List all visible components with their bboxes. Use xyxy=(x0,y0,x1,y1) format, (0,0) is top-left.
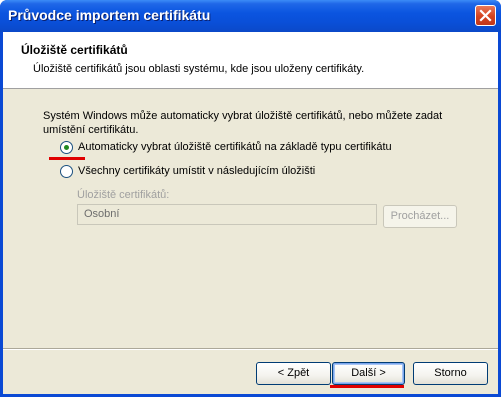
description-text: Systém Windows může automaticky vybrat ú… xyxy=(43,110,443,136)
title-bar[interactable]: Průvodce importem certifikátu xyxy=(0,0,501,32)
back-button[interactable]: < Zpět xyxy=(256,362,331,385)
wizard-window: Průvodce importem certifikátu Úložiště c… xyxy=(0,0,501,397)
radio-dot xyxy=(64,144,69,150)
page-title: Úložiště certifikátů xyxy=(21,43,128,57)
store-field: Osobní xyxy=(77,204,377,225)
radio-auto-label[interactable]: Automaticky vybrat úložiště certifikátů … xyxy=(78,141,392,153)
red-annotation-underline-next xyxy=(330,385,404,388)
close-button[interactable] xyxy=(475,5,496,26)
radio-button-unchecked[interactable] xyxy=(60,164,73,178)
window-title: Průvodce importem certifikátu xyxy=(8,7,211,23)
wizard-client-area: Úložiště certifikátů Úložiště certifikát… xyxy=(3,32,498,394)
store-label: Úložiště certifikátů: xyxy=(77,189,170,201)
next-button[interactable]: Další > xyxy=(332,362,405,385)
cancel-button[interactable]: Storno xyxy=(413,362,488,385)
radio-auto-select[interactable]: Automaticky vybrat úložiště certifikátů … xyxy=(60,139,392,155)
page-subtitle: Úložiště certifikátů jsou oblasti systém… xyxy=(33,63,365,75)
radio-button-checked[interactable] xyxy=(60,140,73,154)
wizard-header: Úložiště certifikátů Úložiště certifikát… xyxy=(3,32,498,89)
red-annotation-underline xyxy=(49,157,85,160)
radio-manual-select[interactable]: Všechny certifikáty umístit v následujíc… xyxy=(60,163,315,179)
footer-separator xyxy=(3,348,498,350)
browse-button: Procházet... xyxy=(383,205,457,228)
radio-manual-label[interactable]: Všechny certifikáty umístit v následujíc… xyxy=(78,165,315,177)
close-icon xyxy=(479,9,492,22)
